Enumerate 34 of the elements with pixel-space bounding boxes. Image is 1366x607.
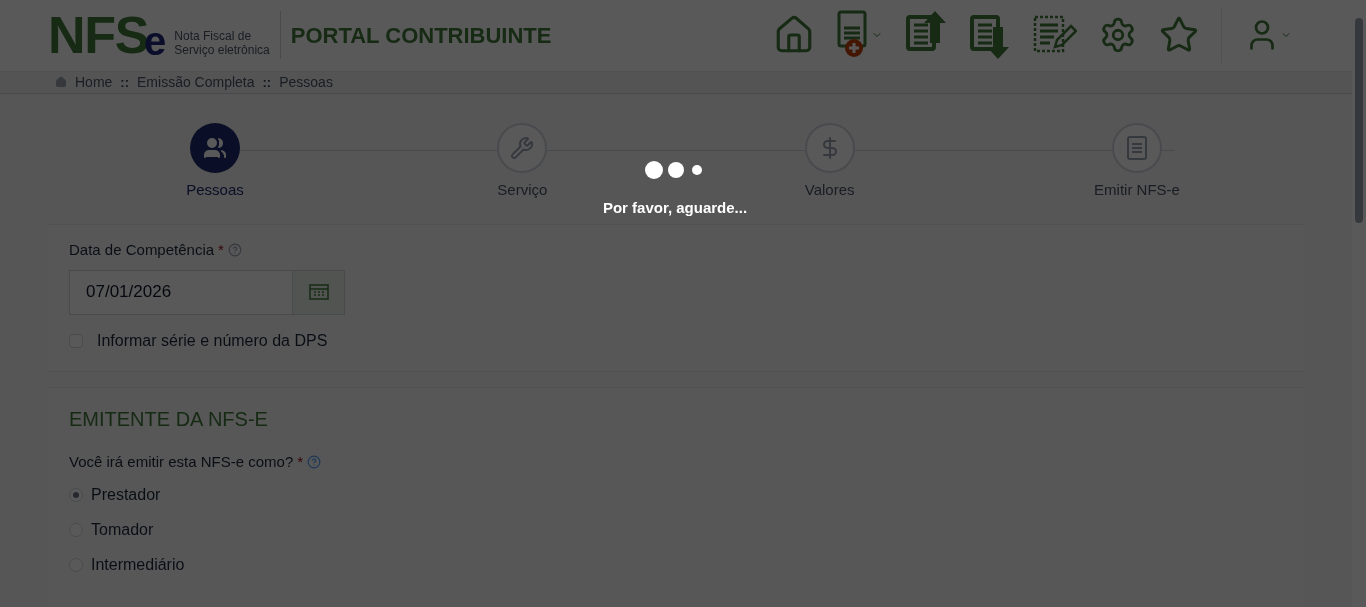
field-label: Data de Competência [69,240,215,260]
logo-tagline: Serviço eletrônica [174,43,270,58]
breadcrumb-separator: :: [262,73,272,92]
logo-tagline: Nota Fiscal de [174,29,253,44]
required-mark: * [218,240,224,260]
calendar-button[interactable] [293,269,345,315]
portal-title: PORTAL CONTRIBUINTE [290,21,552,50]
required-mark: * [297,451,304,472]
checkbox-label[interactable]: Informar série e número da DPS [97,328,328,353]
section-heading: EMITENTE DA NFS-E [69,406,269,432]
help-icon[interactable] [227,243,242,258]
step-label[interactable]: Valores [804,179,855,202]
radio-button[interactable] [69,488,83,502]
wrench-icon [510,136,535,160]
step-label[interactable]: Emitir NFS-e [1094,179,1180,202]
step-label[interactable]: Serviço [497,179,548,202]
breadcrumb-link[interactable]: Home [75,71,113,93]
loading-message: Por favor, aguarde... [602,198,748,218]
home-icon [55,76,67,89]
date-field[interactable]: 07/01/2026 [69,269,293,315]
field-label: Você irá emitir esta NFS-e como? [69,451,294,472]
document-icon [1126,135,1148,161]
help-icon[interactable] [307,454,322,469]
breadcrumb-link[interactable]: Pessoas [279,71,333,93]
people-icon [203,136,227,160]
calendar-icon[interactable] [308,284,329,300]
loading-spinner-icon [645,161,705,179]
breadcrumb-separator: :: [120,73,130,92]
radio-label[interactable]: Tomador [91,518,154,542]
breadcrumb-link[interactable]: Emissão Completa [137,71,255,93]
radio-label[interactable]: Prestador [91,483,161,507]
settings-icon[interactable] [1099,16,1137,55]
radio-label[interactable]: Intermediário [91,553,185,577]
step-label[interactable]: Pessoas [186,179,244,202]
